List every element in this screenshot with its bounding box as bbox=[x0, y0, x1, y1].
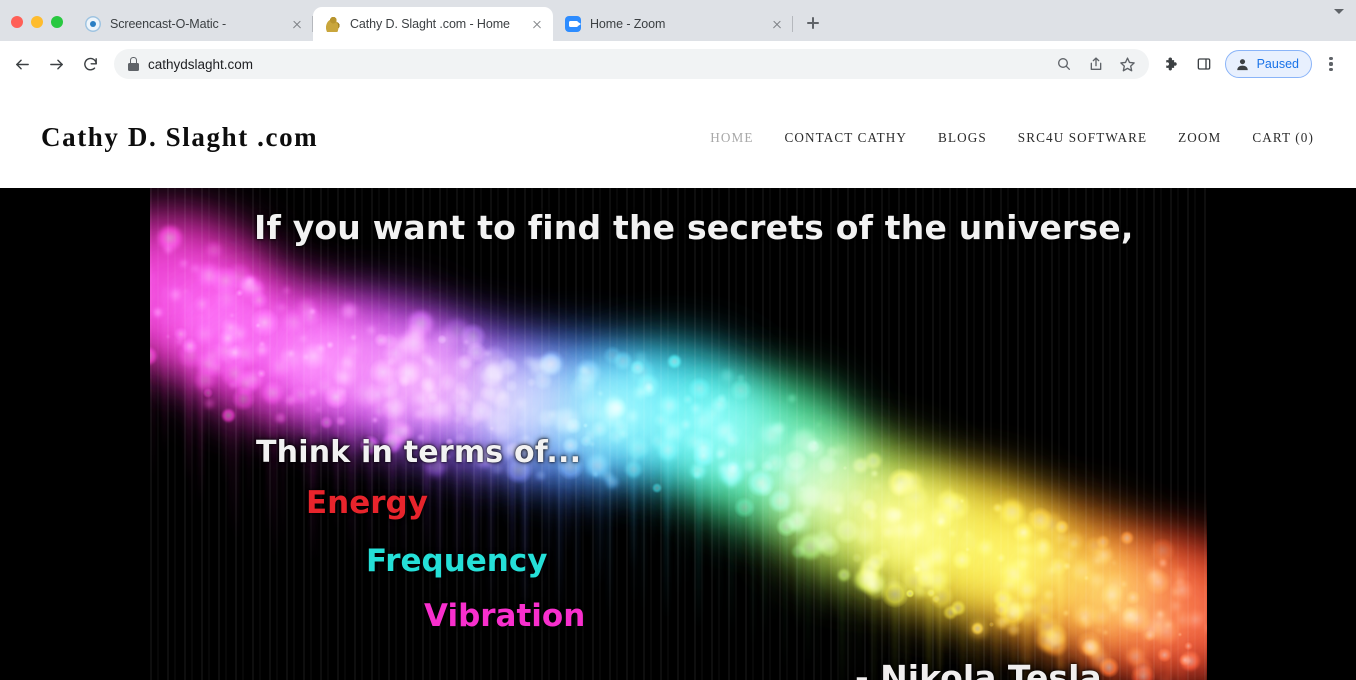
maximize-window-button[interactable] bbox=[51, 16, 63, 28]
zoom-video-icon bbox=[565, 16, 581, 32]
hero-word-energy: Energy bbox=[306, 485, 428, 521]
hero-quote: If you want to find the secrets of the u… bbox=[0, 188, 1356, 680]
page-viewport: Cathy D. Slaght .com HOME CONTACT CATHY … bbox=[0, 87, 1356, 680]
puzzle-piece-icon bbox=[1166, 57, 1177, 71]
tab-strip: Screencast-O-Matic - Cathy D. Slaght .co… bbox=[0, 0, 1356, 41]
new-tab-button[interactable] bbox=[799, 9, 827, 37]
back-arrow-icon bbox=[15, 59, 29, 69]
site-header: Cathy D. Slaght .com HOME CONTACT CATHY … bbox=[0, 87, 1356, 188]
side-panel-button[interactable] bbox=[1189, 49, 1219, 79]
tab-title: Screencast-O-Matic - bbox=[110, 17, 227, 31]
close-icon[interactable] bbox=[289, 16, 305, 32]
reload-icon bbox=[83, 57, 97, 70]
chevron-down-icon[interactable] bbox=[1334, 9, 1344, 31]
browser-tab[interactable]: Screencast-O-Matic - bbox=[73, 7, 313, 41]
close-icon[interactable] bbox=[529, 16, 545, 32]
tab-search-area[interactable] bbox=[1334, 9, 1356, 41]
back-button[interactable] bbox=[6, 48, 38, 80]
nav-item-cart[interactable]: CART (0) bbox=[1252, 130, 1314, 146]
bookmark-star-icon[interactable] bbox=[1113, 49, 1143, 79]
search-icon[interactable] bbox=[1049, 49, 1079, 79]
hero-line-2: Think in terms of... bbox=[256, 435, 582, 470]
site-navigation: HOME CONTACT CATHY BLOGS SRC4U SOFTWARE … bbox=[710, 130, 1328, 146]
browser-toolbar: cathydslaght.com Paused bbox=[0, 41, 1356, 87]
forward-arrow-icon bbox=[49, 59, 63, 69]
nav-item-src4u-software[interactable]: SRC4U SOFTWARE bbox=[1018, 130, 1147, 146]
nav-item-zoom[interactable]: ZOOM bbox=[1178, 130, 1221, 146]
side-panel-icon bbox=[1197, 58, 1210, 70]
url-text: cathydslaght.com bbox=[148, 56, 254, 72]
forward-button[interactable] bbox=[40, 48, 72, 80]
minimize-window-button[interactable] bbox=[31, 16, 43, 28]
tab-list: Screencast-O-Matic - Cathy D. Slaght .co… bbox=[73, 0, 827, 41]
record-circle-icon bbox=[85, 16, 101, 32]
browser-tab-active[interactable]: Cathy D. Slaght .com - Home bbox=[313, 7, 553, 41]
share-icon[interactable] bbox=[1081, 49, 1111, 79]
close-icon[interactable] bbox=[769, 16, 785, 32]
tab-title: Cathy D. Slaght .com - Home bbox=[350, 17, 510, 31]
omnibox-actions bbox=[1049, 49, 1143, 79]
browser-window: Screencast-O-Matic - Cathy D. Slaght .co… bbox=[0, 0, 1356, 680]
profile-status-label: Paused bbox=[1256, 57, 1299, 71]
window-controls bbox=[0, 16, 73, 41]
hero-word-frequency: Frequency bbox=[366, 543, 548, 579]
address-bar[interactable]: cathydslaght.com bbox=[114, 49, 1149, 79]
hero-word-vibration: Vibration bbox=[424, 598, 586, 634]
hero-attribution: - Nikola Tesla bbox=[855, 658, 1102, 680]
nav-item-contact-cathy[interactable]: CONTACT CATHY bbox=[785, 130, 908, 146]
profile-status-button[interactable]: Paused bbox=[1224, 50, 1312, 78]
lock-icon bbox=[128, 57, 139, 71]
gold-figure-icon bbox=[325, 16, 341, 32]
browser-tab[interactable]: Home - Zoom bbox=[553, 7, 793, 41]
nav-item-blogs[interactable]: BLOGS bbox=[938, 130, 987, 146]
tab-title: Home - Zoom bbox=[590, 17, 666, 31]
person-icon bbox=[1236, 58, 1248, 70]
site-logo[interactable]: Cathy D. Slaght .com bbox=[41, 122, 318, 153]
hero-line-1: If you want to find the secrets of the u… bbox=[254, 208, 1134, 247]
three-dot-menu-icon[interactable] bbox=[1316, 49, 1346, 79]
extensions-button[interactable] bbox=[1157, 49, 1187, 79]
nav-item-home[interactable]: HOME bbox=[710, 130, 753, 146]
hero-banner: If you want to find the secrets of the u… bbox=[0, 188, 1356, 680]
close-window-button[interactable] bbox=[11, 16, 23, 28]
reload-button[interactable] bbox=[74, 48, 106, 80]
